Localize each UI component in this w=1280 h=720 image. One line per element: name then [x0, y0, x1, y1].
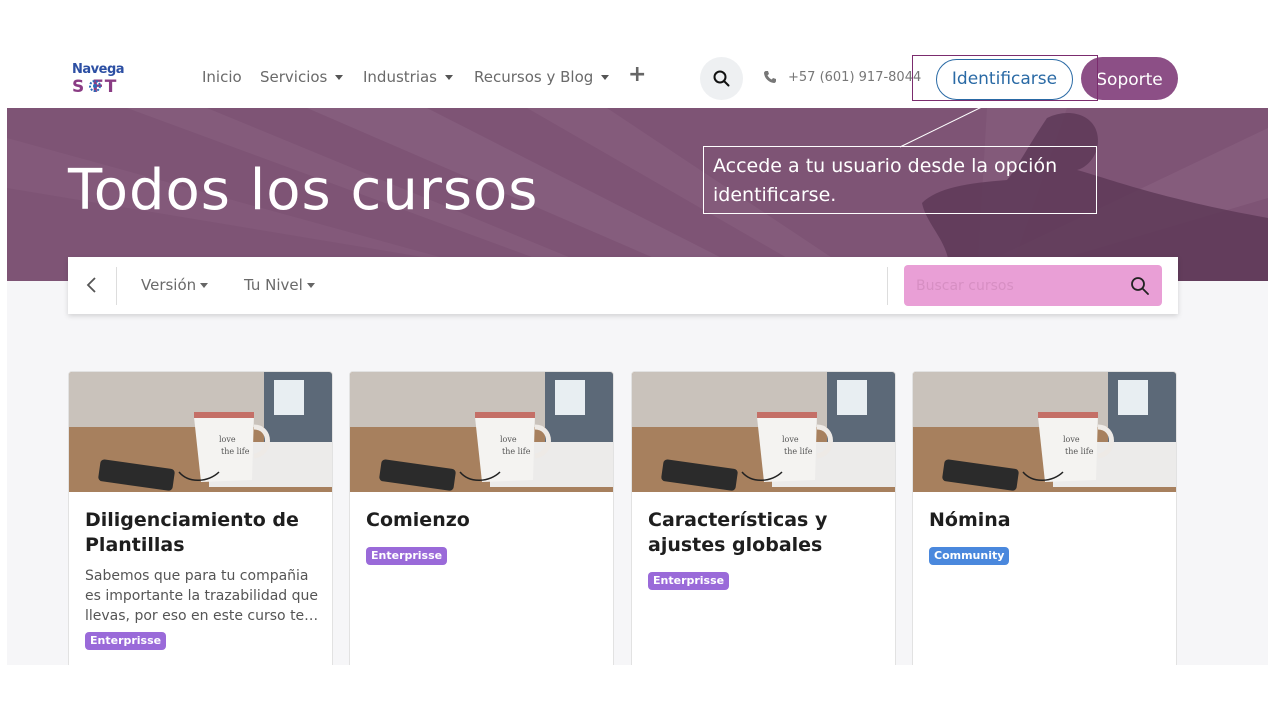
brand-line-1: Navega	[72, 62, 125, 77]
callout-tooltip: Accede a tu usuario desde la opción iden…	[703, 146, 1097, 214]
nav-item-label: Servicios	[260, 68, 328, 86]
search-button[interactable]	[700, 57, 743, 100]
course-description: Sabemos que para tu compañia es importan…	[85, 568, 319, 624]
course-badge: Enterprisse	[648, 572, 730, 590]
nav-item-label: Industrias	[363, 68, 437, 86]
course-title[interactable]: Características y ajustes globales	[648, 508, 884, 558]
course-card[interactable]: love the life Diligenciamiento de Planti…	[68, 371, 333, 671]
search-input[interactable]	[904, 265, 1162, 306]
page-bottom-margin	[0, 665, 1280, 720]
phone-icon	[764, 71, 776, 83]
filter-level[interactable]: Tu Nivel	[244, 276, 315, 294]
course-thumbnail: love the life	[69, 372, 332, 492]
nav-item-recursos-blog[interactable]: Recursos y Blog	[474, 68, 610, 86]
chevron-down-icon	[601, 75, 610, 80]
svg-text:the life: the life	[221, 447, 250, 456]
nav-item-label: Inicio	[202, 68, 242, 86]
nav-item-inicio[interactable]: Inicio	[202, 68, 242, 86]
plus-icon[interactable]: +	[628, 62, 646, 87]
svg-text:the life: the life	[1065, 447, 1094, 456]
svg-text:love: love	[782, 435, 799, 444]
page-title: Todos los cursos	[68, 158, 539, 223]
search-icon	[713, 70, 730, 87]
svg-text:the life: the life	[784, 447, 813, 456]
course-title[interactable]: Comienzo	[366, 508, 602, 533]
svg-text:love: love	[1063, 435, 1080, 444]
course-thumbnail: love the life	[632, 372, 895, 492]
course-card[interactable]: love the life Nómina Community	[912, 371, 1177, 671]
highlight-frame	[912, 55, 1098, 101]
chevron-down-icon	[335, 75, 344, 80]
filter-bar: Versión Tu Nivel	[68, 257, 1178, 314]
phone-number[interactable]: +57 (601) 917-8044	[788, 70, 921, 85]
chevron-down-icon	[445, 75, 453, 80]
course-badge: Community	[929, 547, 1010, 565]
divider	[887, 267, 888, 305]
filter-version-label: Versión	[141, 276, 197, 294]
page: Navega S FT Inicio Servicios Industrias …	[0, 0, 1280, 720]
nav-item-industrias[interactable]: Industrias	[363, 68, 453, 86]
nav-item-label: Recursos y Blog	[474, 68, 594, 86]
brand-logo[interactable]: Navega S FT	[72, 62, 134, 97]
divider	[116, 267, 117, 305]
svg-text:the life: the life	[502, 447, 531, 456]
gear-icon	[89, 80, 101, 92]
magnifier-icon[interactable]	[1130, 276, 1150, 296]
filter-level-label: Tu Nivel	[244, 276, 303, 294]
course-badge: Enterprisse	[85, 632, 167, 650]
navbar: Navega S FT Inicio Servicios Industrias …	[0, 48, 1280, 108]
svg-text:love: love	[219, 435, 236, 444]
course-card[interactable]: love the life Comienzo Enterprisse	[349, 371, 614, 671]
chevron-down-icon	[306, 283, 315, 288]
course-thumbnail: love the life	[913, 372, 1176, 492]
course-badge: Enterprisse	[366, 547, 448, 565]
course-card[interactable]: love the life Características y ajustes …	[631, 371, 896, 671]
svg-text:love: love	[500, 435, 517, 444]
nav-item-servicios[interactable]: Servicios	[260, 68, 344, 86]
course-title[interactable]: Nómina	[929, 508, 1165, 533]
chevron-left-icon[interactable]	[82, 271, 102, 299]
course-thumbnail: love the life	[350, 372, 613, 492]
chevron-down-icon	[200, 283, 209, 288]
filter-version[interactable]: Versión	[141, 276, 209, 294]
course-title[interactable]: Diligenciamiento de Plantillas	[85, 508, 321, 558]
